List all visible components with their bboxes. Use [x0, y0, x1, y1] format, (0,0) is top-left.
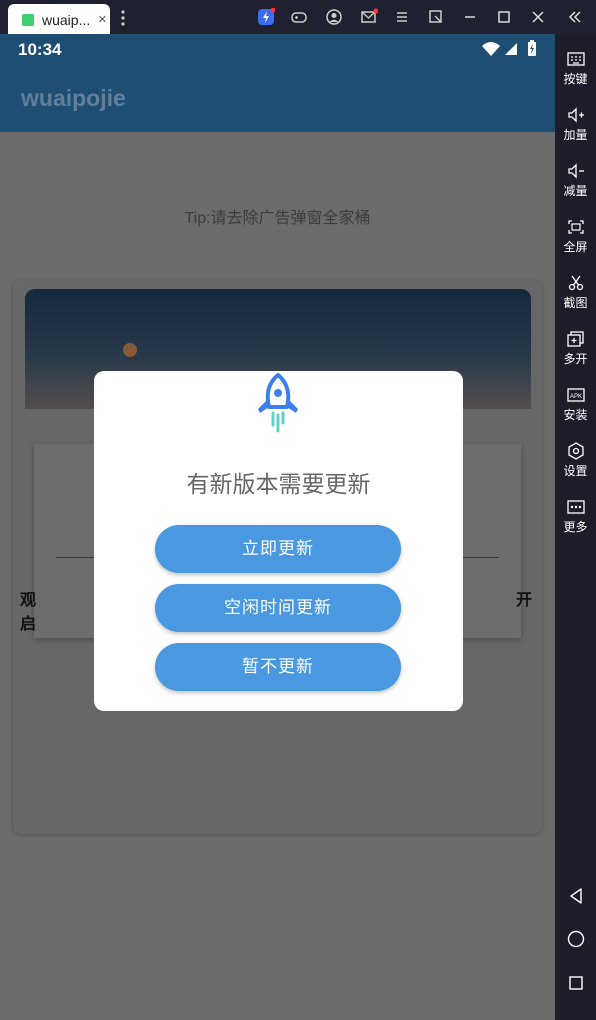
minimize-icon[interactable]	[461, 8, 479, 26]
emulator-title-bar: wuaip... ×	[0, 0, 596, 34]
sidebar-item-label: 加量	[563, 128, 588, 142]
tip-text: Tip:请去除广告弹窗全家桶	[184, 210, 371, 227]
sidebar-item-volume-up[interactable]: 加量	[555, 106, 596, 143]
sidebar-item-label: 设置	[563, 464, 588, 478]
menu-icon[interactable]	[393, 8, 411, 26]
sidebar-item-install-apk[interactable]: APK 安装	[555, 386, 596, 423]
maximize-icon[interactable]	[495, 8, 513, 26]
sidebar-item-label: 减量	[563, 184, 588, 198]
background-text-fragment: 观	[20, 592, 37, 609]
settings-icon	[567, 442, 584, 460]
sidebar-item-more[interactable]: 更多	[555, 498, 596, 535]
emulator-sidebar: 按键 加量 减量 全屏 截图 多开 APK 安装 设置 更多	[555, 34, 596, 1020]
status-time: 10:34	[18, 40, 62, 59]
keyboard-icon	[566, 52, 585, 66]
sidebar-item-label: 多开	[563, 352, 588, 366]
home-icon[interactable]	[566, 929, 586, 954]
multi-instance-icon	[566, 331, 584, 347]
app-tab-icon	[22, 14, 34, 26]
moon-decoration	[123, 343, 137, 357]
sidebar-item-fullscreen[interactable]: 全屏	[555, 218, 596, 255]
sidebar-item-multi-instance[interactable]: 多开	[555, 330, 596, 367]
skip-update-button[interactable]: 暂不更新	[155, 643, 401, 691]
wifi-icon	[481, 41, 501, 62]
sidebar-item-label: 更多	[563, 520, 588, 534]
app-bar: wuaipojie	[0, 64, 555, 132]
pin-window-icon[interactable]	[427, 8, 445, 26]
sidebar-item-keymap[interactable]: 按键	[555, 50, 596, 87]
dialog-title: 有新版本需要更新	[186, 471, 371, 497]
sidebar-item-volume-down[interactable]: 减量	[555, 162, 596, 199]
more-icon	[566, 500, 585, 514]
sidebar-item-settings[interactable]: 设置	[555, 442, 596, 479]
signal-icon	[504, 42, 518, 61]
rocket-icon	[250, 373, 306, 435]
device-screen: 10:34 wuaipojie Tip:请去除广告弹窗全家桶 观 启 开 有新版…	[0, 34, 555, 1020]
tab-close-icon[interactable]: ×	[98, 11, 107, 28]
sidebar-item-label: 截图	[563, 296, 588, 310]
mail-icon[interactable]	[360, 8, 378, 26]
app-tab[interactable]: wuaip... ×	[8, 4, 110, 34]
update-now-button[interactable]: 立即更新	[155, 525, 401, 573]
background-text-fragment: 开	[516, 592, 533, 609]
close-icon[interactable]	[529, 8, 547, 26]
sidebar-item-screenshot[interactable]: 截图	[555, 274, 596, 311]
background-text-fragment: 启	[20, 616, 37, 633]
update-when-idle-button[interactable]: 空闲时间更新	[155, 584, 401, 632]
recents-icon[interactable]	[566, 973, 586, 998]
boost-icon[interactable]	[257, 8, 275, 26]
svg-text:APK: APK	[569, 394, 581, 400]
volume-up-icon	[567, 107, 584, 123]
sidebar-item-label: 安装	[563, 408, 588, 422]
account-icon[interactable]	[325, 8, 343, 26]
update-dialog: 有新版本需要更新 立即更新 空闲时间更新 暂不更新	[94, 371, 463, 711]
app-tab-title: wuaip...	[42, 12, 91, 28]
status-bar: 10:34	[0, 34, 555, 64]
sidebar-item-label: 全屏	[563, 240, 588, 254]
tab-menu-icon[interactable]	[120, 9, 126, 27]
gamepad-icon[interactable]	[290, 8, 308, 26]
sidebar-item-label: 按键	[563, 72, 588, 86]
fullscreen-icon	[567, 220, 584, 234]
app-title: wuaipojie	[21, 85, 126, 111]
apk-icon: APK	[566, 388, 585, 402]
battery-icon	[527, 39, 537, 62]
back-icon[interactable]	[566, 886, 586, 911]
scissors-icon	[568, 275, 583, 291]
volume-down-icon	[567, 163, 584, 179]
collapse-sidebar-icon[interactable]	[566, 8, 584, 26]
